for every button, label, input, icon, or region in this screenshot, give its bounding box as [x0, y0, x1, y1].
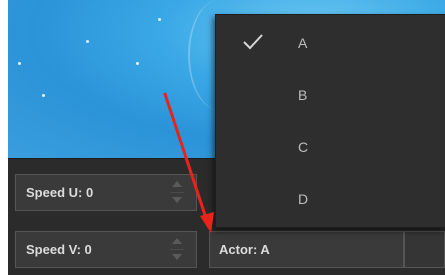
- check-icon: [243, 34, 263, 50]
- speed-v-stepper[interactable]: [170, 236, 184, 264]
- scene-sparkle: [136, 62, 139, 65]
- stepper-divider: [170, 249, 184, 250]
- dropdown-option-c[interactable]: C: [216, 127, 445, 167]
- dropdown-option-label: B: [298, 87, 308, 103]
- screenshot-frame: Speed U: 0 Speed V: 0 Actor: A A B C D: [0, 0, 445, 275]
- scene-sparkle: [86, 40, 89, 43]
- dropdown-option-label: A: [298, 35, 308, 51]
- speed-u-spinbox[interactable]: Speed U: 0: [15, 174, 197, 211]
- actor-dropdown-menu: A B C D: [215, 14, 445, 228]
- actor-select[interactable]: Actor: A: [209, 231, 404, 268]
- scene-sparkle: [42, 94, 45, 97]
- dropdown-option-label: D: [298, 191, 309, 207]
- speed-u-stepper[interactable]: [170, 179, 184, 207]
- speed-v-label: Speed V: 0: [26, 242, 92, 257]
- dropdown-option-label: C: [298, 139, 309, 155]
- chevron-down-icon[interactable]: [172, 197, 182, 203]
- speed-v-spinbox[interactable]: Speed V: 0: [15, 231, 197, 268]
- dropdown-option-d[interactable]: D: [216, 179, 445, 219]
- actor-select-label: Actor: A: [219, 242, 270, 257]
- stepper-divider: [170, 192, 184, 193]
- panel-next-cell[interactable]: [404, 231, 445, 268]
- scene-sparkle: [158, 18, 161, 21]
- chevron-down-icon[interactable]: [172, 254, 182, 260]
- speed-u-label: Speed U: 0: [26, 185, 94, 200]
- scene-sparkle: [18, 62, 21, 65]
- dropdown-option-a[interactable]: A: [216, 23, 445, 63]
- chevron-up-icon[interactable]: [172, 238, 182, 244]
- dropdown-option-b[interactable]: B: [216, 75, 445, 115]
- chevron-up-icon[interactable]: [172, 181, 182, 187]
